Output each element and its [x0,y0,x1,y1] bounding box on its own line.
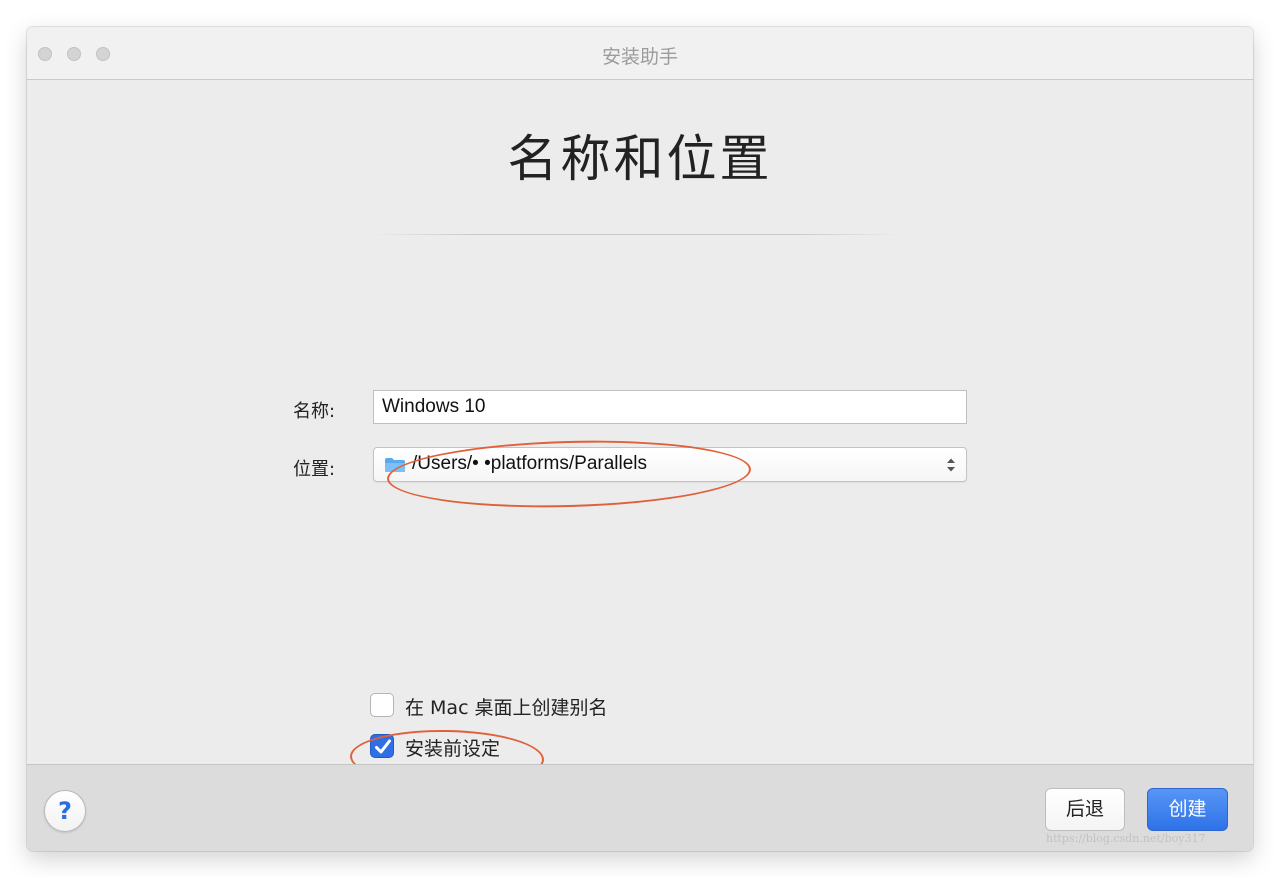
location-path: /Users/• •platforms/Parallels [412,453,648,474]
preset-checkbox[interactable] [370,734,394,758]
location-select[interactable]: /Users/• •platforms/Parallels [373,447,967,482]
up-down-chevron-icon [947,458,955,472]
help-button[interactable]: ? [44,790,86,832]
page-title: 名称和位置 [507,130,773,188]
create-button[interactable]: 创建 [1147,788,1228,831]
back-button[interactable]: 后退 [1045,788,1125,831]
checkmark-icon [375,739,391,754]
window-title: 安装助手 [601,46,678,68]
heading-divider [370,234,900,235]
title-bar: 安装助手 [27,27,1253,80]
watermark: https://blog.csdn.net/boy317 [1046,832,1206,845]
alias-label: 在 Mac 桌面上创建别名 [405,697,608,719]
name-input[interactable] [373,390,967,424]
alias-checkbox[interactable] [370,693,394,717]
name-label: 名称: [293,401,336,422]
preset-label: 安装前设定 [405,738,501,760]
folder-icon [385,458,405,472]
content-area: 名称和位置 名称: 位置: /Users/• •platforms/Parall… [27,81,1253,788]
installer-window: 安装助手 名称和位置 名称: 位置: /Users/• •platforms/P… [27,27,1253,851]
location-label: 位置: [293,459,336,480]
